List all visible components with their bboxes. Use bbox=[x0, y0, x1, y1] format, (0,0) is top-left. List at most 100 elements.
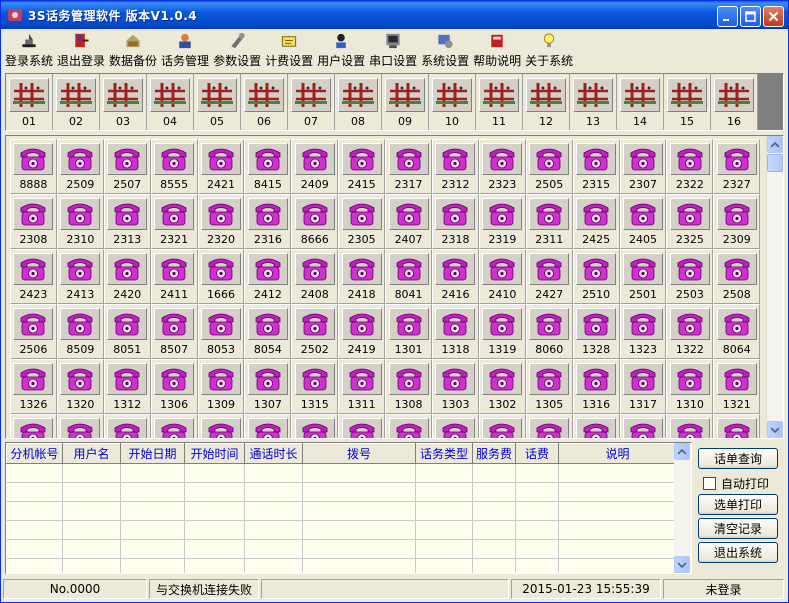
extension-tile[interactable] bbox=[291, 414, 339, 438]
extension-tile[interactable]: 2319 bbox=[478, 194, 526, 249]
extension-tile[interactable]: 1322 bbox=[666, 304, 714, 359]
extension-tile[interactable] bbox=[525, 414, 573, 438]
extension-tile[interactable]: 1320 bbox=[56, 359, 104, 414]
extension-tile[interactable]: 2425 bbox=[572, 194, 620, 249]
toolbar-button-user-settings[interactable]: 用户设置 bbox=[315, 31, 367, 71]
extension-tile[interactable]: 2507 bbox=[103, 139, 151, 194]
column-header[interactable]: 说明 bbox=[558, 443, 677, 464]
extension-tile[interactable]: 2312 bbox=[432, 139, 479, 194]
query-records-button[interactable]: 话单查询 bbox=[698, 448, 778, 469]
trunk-line-07[interactable]: 07 bbox=[288, 74, 335, 130]
table-row[interactable] bbox=[6, 520, 677, 540]
extension-tile[interactable] bbox=[244, 414, 292, 438]
print-selected-button[interactable]: 选单打印 bbox=[698, 494, 778, 515]
trunk-line-01[interactable]: 01 bbox=[6, 74, 53, 130]
extension-tile[interactable] bbox=[572, 414, 620, 438]
extension-tile[interactable] bbox=[713, 414, 761, 438]
extension-tile[interactable]: 8041 bbox=[385, 249, 433, 304]
extension-tile[interactable]: 1316 bbox=[572, 359, 620, 414]
trunk-line-03[interactable]: 03 bbox=[100, 74, 147, 130]
extension-tile[interactable]: 2508 bbox=[713, 249, 761, 304]
extension-tile[interactable] bbox=[338, 414, 386, 438]
log-scroll-up-button[interactable] bbox=[674, 443, 690, 460]
trunk-line-14[interactable]: 14 bbox=[617, 74, 664, 130]
extensions-scrollbar[interactable] bbox=[766, 136, 783, 438]
trunk-line-09[interactable]: 09 bbox=[382, 74, 429, 130]
extension-tile[interactable]: 1309 bbox=[197, 359, 245, 414]
trunk-line-06[interactable]: 06 bbox=[241, 74, 288, 130]
extension-tile[interactable]: 2320 bbox=[197, 194, 245, 249]
extension-tile[interactable]: 1319 bbox=[478, 304, 526, 359]
extension-tile[interactable]: 1666 bbox=[197, 249, 245, 304]
log-scroll-down-button[interactable] bbox=[674, 556, 690, 573]
extension-tile[interactable]: 1317 bbox=[619, 359, 667, 414]
column-header[interactable]: 话务类型 bbox=[415, 443, 473, 464]
extension-tile[interactable] bbox=[56, 414, 104, 438]
table-row[interactable] bbox=[6, 501, 677, 521]
extension-tile[interactable]: 1311 bbox=[338, 359, 386, 414]
extension-tile[interactable]: 2420 bbox=[103, 249, 151, 304]
extension-tile[interactable]: 2317 bbox=[385, 139, 433, 194]
extension-tile[interactable]: 2323 bbox=[478, 139, 526, 194]
extension-tile[interactable]: 1310 bbox=[666, 359, 714, 414]
extension-tile[interactable]: 2327 bbox=[713, 139, 761, 194]
toolbar-button-serial-port[interactable]: 串口设置 bbox=[367, 31, 419, 71]
extension-tile[interactable] bbox=[619, 414, 667, 438]
extension-tile[interactable]: 2325 bbox=[666, 194, 714, 249]
table-row[interactable] bbox=[6, 558, 677, 573]
close-button[interactable] bbox=[763, 6, 784, 27]
column-header[interactable]: 用户名 bbox=[62, 443, 121, 464]
trunk-line-05[interactable]: 05 bbox=[194, 74, 241, 130]
toolbar-button-help-book[interactable]: 帮助说明 bbox=[471, 31, 523, 71]
toolbar-button-parameter-settings[interactable]: 参数设置 bbox=[211, 31, 263, 71]
extension-tile[interactable]: 8060 bbox=[525, 304, 573, 359]
extension-tile[interactable]: 2419 bbox=[338, 304, 386, 359]
extension-tile[interactable]: 2509 bbox=[56, 139, 104, 194]
extension-tile[interactable] bbox=[150, 414, 198, 438]
extension-tile[interactable]: 2308 bbox=[10, 194, 57, 249]
extension-tile[interactable]: 8507 bbox=[150, 304, 198, 359]
extension-tile[interactable]: 8666 bbox=[291, 194, 339, 249]
trunk-line-12[interactable]: 12 bbox=[523, 74, 570, 130]
table-row[interactable] bbox=[6, 539, 677, 559]
trunk-line-15[interactable]: 15 bbox=[664, 74, 711, 130]
extension-tile[interactable] bbox=[478, 414, 526, 438]
trunk-line-13[interactable]: 13 bbox=[570, 74, 617, 130]
extension-tile[interactable]: 1323 bbox=[619, 304, 667, 359]
extension-tile[interactable] bbox=[197, 414, 245, 438]
extension-tile[interactable]: 2416 bbox=[432, 249, 479, 304]
extension-tile[interactable]: 1303 bbox=[432, 359, 479, 414]
column-header[interactable]: 话费 bbox=[515, 443, 559, 464]
call-log-scrollbar[interactable] bbox=[674, 443, 691, 573]
trunk-line-02[interactable]: 02 bbox=[53, 74, 100, 130]
extension-tile[interactable]: 2318 bbox=[432, 194, 479, 249]
maximize-button[interactable] bbox=[740, 6, 761, 27]
extension-tile[interactable]: 1312 bbox=[103, 359, 151, 414]
toolbar-button-billing-settings[interactable]: 计费设置 bbox=[263, 31, 315, 71]
extension-tile[interactable] bbox=[10, 414, 57, 438]
extension-tile[interactable]: 2502 bbox=[291, 304, 339, 359]
toolbar-button-call-management[interactable]: 话务管理 bbox=[159, 31, 211, 71]
extension-tile[interactable]: 2311 bbox=[525, 194, 573, 249]
extension-tile[interactable]: 1302 bbox=[478, 359, 526, 414]
extension-tile[interactable]: 1328 bbox=[572, 304, 620, 359]
extension-tile[interactable]: 2510 bbox=[572, 249, 620, 304]
extension-tile[interactable]: 2309 bbox=[713, 194, 761, 249]
extension-tile[interactable]: 1305 bbox=[525, 359, 573, 414]
extension-tile[interactable]: 2307 bbox=[619, 139, 667, 194]
minimize-button[interactable] bbox=[717, 6, 738, 27]
extension-tile[interactable]: 8555 bbox=[150, 139, 198, 194]
extension-tile[interactable]: 8064 bbox=[713, 304, 761, 359]
extension-tile[interactable]: 2410 bbox=[478, 249, 526, 304]
extension-tile[interactable]: 2418 bbox=[338, 249, 386, 304]
extension-tile[interactable]: 2413 bbox=[56, 249, 104, 304]
extension-tile[interactable]: 2411 bbox=[150, 249, 198, 304]
extension-tile[interactable]: 8888 bbox=[10, 139, 57, 194]
extension-tile[interactable]: 2315 bbox=[572, 139, 620, 194]
extension-tile[interactable]: 2505 bbox=[525, 139, 573, 194]
extension-tile[interactable] bbox=[666, 414, 714, 438]
extension-tile[interactable] bbox=[432, 414, 479, 438]
extension-tile[interactable]: 1315 bbox=[291, 359, 339, 414]
checkbox-box[interactable] bbox=[703, 477, 716, 490]
extension-tile[interactable]: 2409 bbox=[291, 139, 339, 194]
